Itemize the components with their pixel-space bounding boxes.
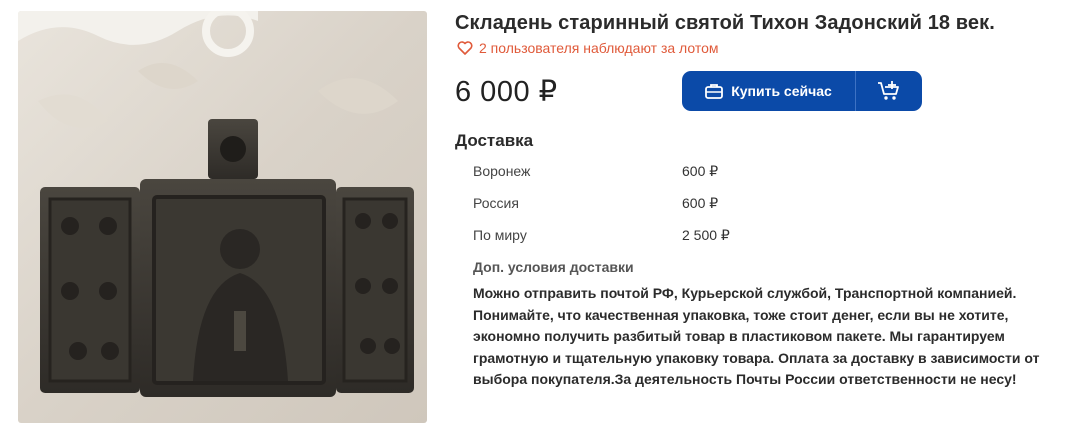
delivery-cost: 2 500 ₽: [682, 227, 730, 243]
buy-now-button[interactable]: Купить сейчас: [682, 71, 855, 111]
price: 6 000 ₽: [455, 76, 558, 108]
delivery-region: Россия: [473, 195, 519, 211]
product-photo[interactable]: [18, 11, 427, 423]
extra-delivery-title: Доп. условия доставки: [473, 259, 634, 275]
delivery-cost: 600 ₽: [682, 163, 719, 179]
buy-button-group: Купить сейчас: [682, 71, 922, 111]
delivery-title: Доставка: [455, 131, 534, 150]
add-to-cart-icon: [878, 81, 899, 100]
watchers-line[interactable]: 2 пользователя наблюдают за лотом: [457, 40, 719, 56]
extra-delivery-text: Можно отправить почтой РФ, Курьерской сл…: [473, 285, 1040, 387]
add-to-cart-button[interactable]: [855, 71, 922, 111]
listing-title: Складень старинный святой Тихон Задонски…: [455, 12, 995, 34]
heart-icon: [457, 41, 473, 55]
delivery-cost: 600 ₽: [682, 195, 719, 211]
briefcase-icon: [705, 84, 724, 99]
watchers-text: 2 пользователя наблюдают за лотом: [479, 40, 719, 56]
buy-now-label: Купить сейчас: [731, 83, 832, 99]
delivery-region: Воронеж: [473, 163, 531, 179]
icon-triptych-image: [18, 11, 427, 423]
delivery-region: По миру: [473, 227, 527, 243]
